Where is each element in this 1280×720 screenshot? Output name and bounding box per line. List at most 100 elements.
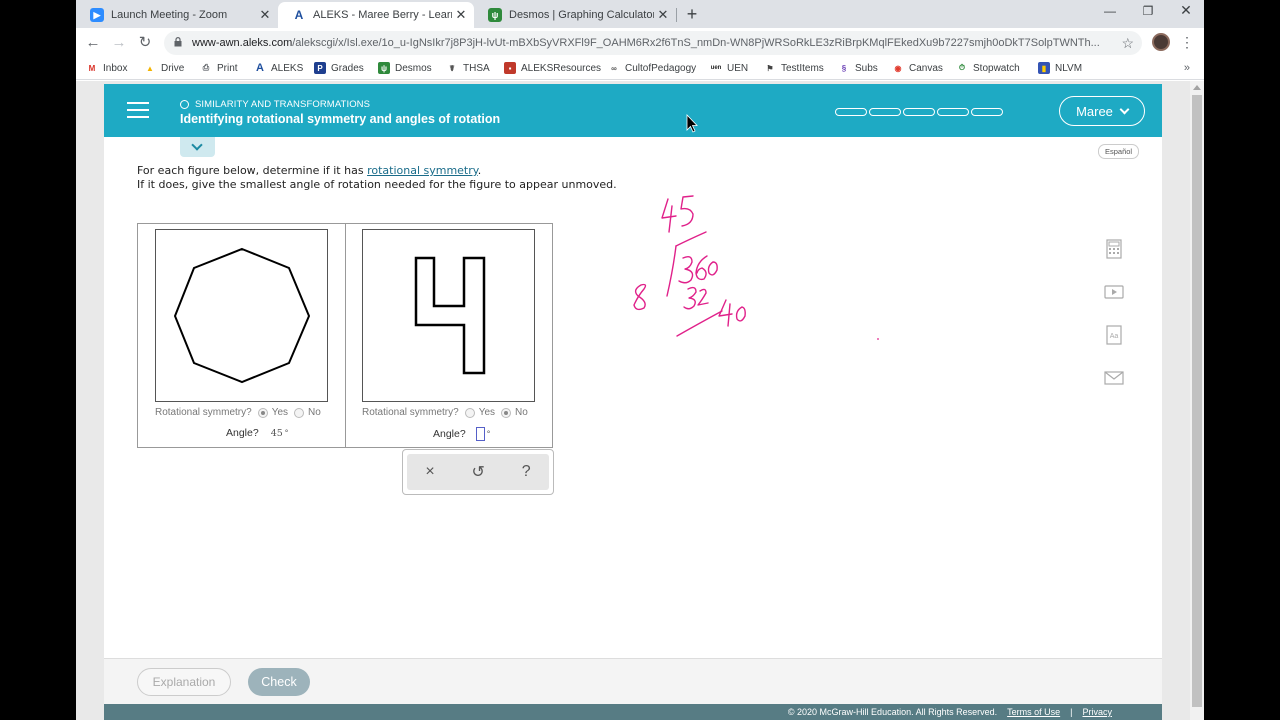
bookmark-canvas[interactable]: ◉ Canvas <box>892 62 943 74</box>
progress-segment <box>903 108 935 116</box>
angle-input[interactable] <box>475 427 485 441</box>
bookmark-desmos[interactable]: ψ Desmos <box>378 62 432 74</box>
bookmark-inbox[interactable]: M Inbox <box>86 62 128 74</box>
bookmark-drive[interactable]: ▲ Drive <box>144 62 184 74</box>
dictionary-icon[interactable]: Aa <box>1099 320 1129 350</box>
bookmark-print[interactable]: ⎙ Print <box>200 62 238 74</box>
terms-link[interactable]: Terms of Use <box>1007 707 1060 717</box>
forward-icon[interactable]: → <box>110 34 128 52</box>
espanol-button[interactable]: Español <box>1098 144 1140 159</box>
degree-symbol: ° <box>284 428 289 438</box>
restore-icon[interactable]: ❐ <box>1138 4 1158 18</box>
user-menu-button[interactable]: Maree <box>1059 96 1145 126</box>
clear-button[interactable]: × <box>425 463 434 481</box>
progress-segment <box>971 108 1003 116</box>
nlvm-icon: ▮ <box>1038 62 1050 74</box>
subs-icon: § <box>841 63 847 73</box>
footer: © 2020 McGraw-Hill Education. All Rights… <box>104 704 1162 720</box>
bookmark-label: ALEKSResources <box>521 62 602 74</box>
browser-toolbar: ← → ↻ www-awn.aleks.com/alekscgi/x/Isl.e… <box>76 28 1204 58</box>
bookmark-subs[interactable]: § Subs <box>838 62 878 74</box>
aleks-icon: A <box>292 8 306 22</box>
tab-zoom[interactable]: ▶ Launch Meeting - Zoom ✕ <box>76 2 278 28</box>
lesson-title: Identifying rotational symmetry and angl… <box>180 112 501 126</box>
bookmark-thsa[interactable]: ☤ THSA <box>446 62 489 74</box>
bookmark-nlvm[interactable]: ▮ NLVM <box>1038 62 1082 74</box>
yes-radio[interactable] <box>257 407 268 418</box>
no-radio[interactable] <box>501 407 512 418</box>
user-name: Maree <box>1076 103 1113 119</box>
bookmark-grades[interactable]: P Grades <box>314 62 364 74</box>
bookmark-uen[interactable]: uen UEN <box>710 62 748 74</box>
screen: ▶ Launch Meeting - Zoom ✕ A ALEKS - Mare… <box>0 0 1280 720</box>
bookmark-cultofpedagogy[interactable]: ∞ CultofPedagogy <box>608 62 696 74</box>
address-bar[interactable]: www-awn.aleks.com/alekscgi/x/Isl.exe/1o_… <box>164 31 1142 55</box>
bookmark-label: Canvas <box>909 62 943 74</box>
tab-desmos[interactable]: ψ Desmos | Graphing Calculator ✕ <box>474 2 676 28</box>
bookmark-stopwatch[interactable]: ⏱ Stopwatch <box>956 62 1020 74</box>
figures-panel: Rotational symmetry? Yes No Angle? 45 ° R… <box>137 223 553 448</box>
desmos-icon: ψ <box>378 62 390 74</box>
tab-title: Launch Meeting - Zoom <box>111 9 228 21</box>
figure-four <box>362 229 535 402</box>
figures-divider <box>345 224 346 447</box>
menu-kebab-icon[interactable]: ⋮ <box>1180 34 1194 51</box>
reload-icon[interactable]: ↻ <box>136 34 154 52</box>
progress-segment <box>835 108 867 116</box>
bookmark-star-icon[interactable]: ☆ <box>1121 35 1134 52</box>
collapse-header-button[interactable] <box>180 137 215 157</box>
topic-title: SIMILARITY AND TRANSFORMATIONS <box>195 99 371 110</box>
new-tab-button[interactable]: + <box>682 4 702 24</box>
aleks-topbar: SIMILARITY AND TRANSFORMATIONS Identifyi… <box>104 84 1162 137</box>
angle-answer[interactable]: 45 <box>271 428 283 439</box>
lock-icon <box>174 37 182 47</box>
answer-keypad: × ↺ ? <box>402 449 554 495</box>
copyright-text: © 2020 McGraw-Hill Education. All Rights… <box>787 707 998 717</box>
bookmark-label: UEN <box>727 62 749 74</box>
chevron-down-icon <box>1119 104 1130 114</box>
back-icon[interactable]: ← <box>84 34 102 52</box>
bottom-bar: Explanation Check <box>104 659 1162 704</box>
resources-icon: ▪ <box>504 62 516 74</box>
rotational-symmetry-link[interactable]: rotational symmetry <box>367 164 478 177</box>
video-icon[interactable] <box>1099 277 1129 307</box>
check-button[interactable]: Check <box>248 668 310 696</box>
bookmarks-overflow-icon[interactable]: » <box>1184 62 1190 74</box>
message-icon[interactable] <box>1099 363 1129 393</box>
keypad-buttons: × ↺ ? <box>407 454 549 490</box>
yes-radio[interactable] <box>464 407 475 418</box>
scroll-thumb[interactable] <box>1192 95 1202 707</box>
privacy-link[interactable]: Privacy <box>1082 707 1112 717</box>
bookmark-testitems[interactable]: ⚑ TestItems <box>764 62 823 74</box>
link-icon: ∞ <box>611 63 617 73</box>
bookmark-aleks[interactable]: A ALEKS <box>254 62 303 74</box>
close-tab-icon[interactable]: ✕ <box>256 7 274 23</box>
octagon-shape <box>173 247 311 384</box>
bookmark-label: Drive <box>161 62 185 74</box>
undo-button[interactable]: ↺ <box>472 462 485 482</box>
scroll-up-arrow-icon[interactable] <box>1193 85 1201 90</box>
bookmark-label: Desmos <box>395 62 432 74</box>
browser-window: ▶ Launch Meeting - Zoom ✕ A ALEKS - Mare… <box>76 0 1204 720</box>
chevron-down-icon <box>191 139 203 151</box>
url-host: www-awn.aleks.com <box>192 37 293 49</box>
tab-aleks[interactable]: A ALEKS - Maree Berry - Learn ✕ <box>278 2 474 28</box>
minimize-icon[interactable]: — <box>1100 4 1120 18</box>
help-button[interactable]: ? <box>522 463 531 481</box>
bookmark-label: Stopwatch <box>973 62 1020 74</box>
bookmark-label: Inbox <box>103 62 128 74</box>
bookmark-label: Print <box>217 62 238 74</box>
close-window-icon[interactable]: ✕ <box>1176 2 1196 19</box>
hamburger-menu-icon[interactable] <box>127 102 149 118</box>
profile-avatar[interactable] <box>1152 33 1170 51</box>
explanation-button[interactable]: Explanation <box>137 668 231 696</box>
close-tab-icon[interactable]: ✕ <box>452 7 470 23</box>
zoom-icon: ▶ <box>90 8 104 22</box>
bookmark-aleksresources[interactable]: ▪ ALEKSResources <box>504 62 601 74</box>
page-scrollbar[interactable] <box>1190 81 1204 720</box>
no-radio[interactable] <box>294 407 305 418</box>
footer-separator: | <box>1070 707 1073 717</box>
calculator-icon[interactable] <box>1099 234 1129 264</box>
close-tab-icon[interactable]: ✕ <box>654 7 672 23</box>
figure-2-symmetry-question: Rotational symmetry? Yes No <box>362 407 528 418</box>
